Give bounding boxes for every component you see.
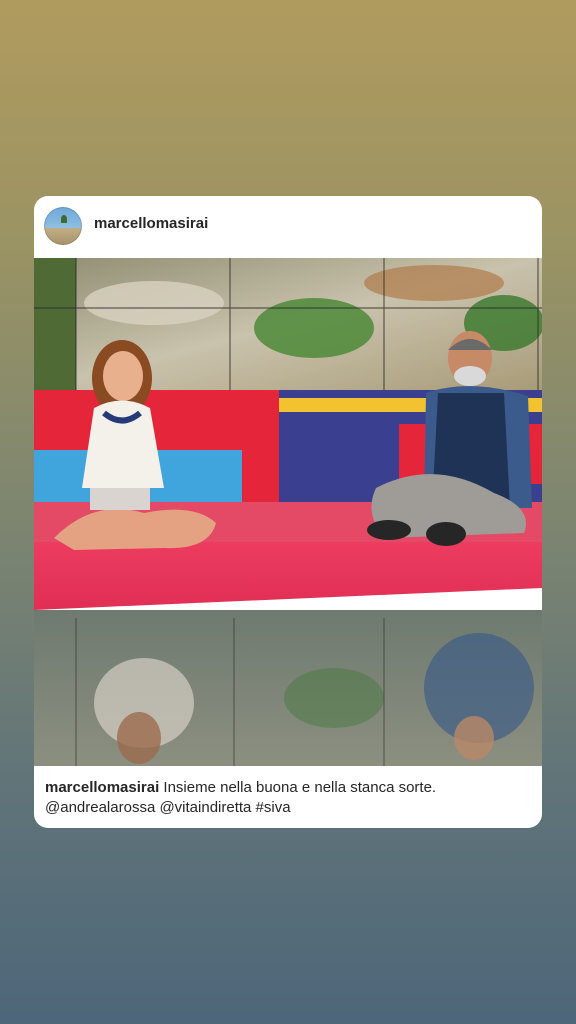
profile-avatar[interactable] <box>44 207 82 245</box>
post-header[interactable]: marcellomasirai <box>34 196 542 256</box>
post-username[interactable]: marcellomasirai <box>94 215 208 232</box>
caption-tags[interactable]: @andrealarossa @vitaindiretta #siva <box>45 799 291 816</box>
studio-photo-icon <box>34 258 542 766</box>
shared-post-card[interactable]: marcellomasirai marcellomasirai Insieme … <box>34 196 542 828</box>
caption-username[interactable]: marcellomasirai <box>45 779 159 796</box>
caption-text: Insieme nella buona e nella stanca sorte… <box>163 779 437 796</box>
post-caption: marcellomasirai Insieme nella buona e ne… <box>45 778 531 818</box>
post-photo[interactable] <box>34 258 542 766</box>
